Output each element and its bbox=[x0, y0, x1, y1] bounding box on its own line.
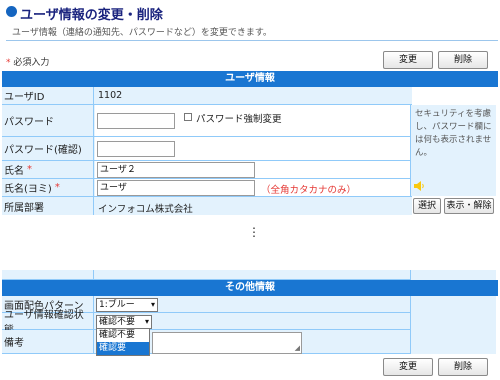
force-change-checkbox[interactable] bbox=[184, 113, 192, 121]
name-label: 氏名 * bbox=[2, 161, 94, 178]
omitted-content-marker: ⋮ bbox=[248, 225, 260, 239]
password-confirm-input[interactable] bbox=[97, 141, 175, 157]
user-id-value: 1102 bbox=[98, 90, 123, 101]
user-id-label: ユーザID bbox=[2, 87, 94, 104]
name-kana-hint: （全角カタカナのみ） bbox=[261, 185, 357, 196]
row-partial-bottom bbox=[2, 270, 412, 280]
password-label: パスワード bbox=[2, 105, 94, 136]
remarks-label: 備考 bbox=[2, 330, 94, 353]
name-kana-label: 氏名(ヨミ) * bbox=[2, 179, 94, 196]
password-note: セキュリティを考慮し、パスワード欄には何も表示されません。 bbox=[410, 105, 496, 160]
name-kana-input[interactable]: ユーザ bbox=[97, 180, 255, 196]
delete-button-bottom[interactable]: 削除 bbox=[438, 358, 488, 376]
row-confirm-status: ユーザ情報確認状態 bbox=[2, 310, 412, 336]
bullet-icon bbox=[6, 6, 17, 17]
content-gap bbox=[0, 215, 500, 270]
chevron-down-icon: ▾ bbox=[150, 300, 155, 309]
dropdown-option[interactable]: 確認不要 bbox=[97, 329, 149, 342]
select-department-button[interactable]: 選択 bbox=[413, 198, 441, 214]
display-release-button[interactable]: 表示・解除 bbox=[444, 198, 494, 214]
password-confirm-label: パスワード(確認) bbox=[2, 137, 94, 160]
confirm-status-label: ユーザ情報確認状態 bbox=[2, 310, 94, 336]
user-info-header: ユーザ情報 bbox=[2, 71, 498, 87]
other-info-header: その他情報 bbox=[2, 280, 498, 296]
change-button-bottom[interactable]: 変更 bbox=[383, 358, 433, 376]
speaker-icon[interactable] bbox=[414, 181, 426, 191]
change-button-top[interactable]: 変更 bbox=[383, 51, 433, 69]
department-value: インフォコム株式会社 bbox=[98, 204, 193, 215]
row-user-id: ユーザID 1102 bbox=[2, 87, 412, 105]
page-header: ユーザ情報の変更・削除 bbox=[0, 2, 500, 23]
color-pattern-select[interactable]: 1:ブルー ▾ bbox=[96, 298, 158, 312]
row-name: 氏名 * ユーザ２ bbox=[2, 161, 412, 179]
name-input[interactable]: ユーザ２ bbox=[97, 162, 255, 178]
delete-button-top[interactable]: 削除 bbox=[438, 51, 488, 69]
remarks-textarea[interactable]: ◢ bbox=[152, 332, 302, 354]
resize-handle-icon[interactable]: ◢ bbox=[295, 344, 300, 352]
required-note: * 必須入力 bbox=[6, 58, 50, 68]
header-divider bbox=[6, 40, 498, 41]
password-input[interactable] bbox=[97, 113, 175, 129]
department-label: 所属部署 bbox=[2, 197, 94, 216]
confirm-status-dropdown: 確認不要 確認要 bbox=[96, 328, 150, 356]
chevron-down-icon: ▾ bbox=[144, 317, 149, 326]
row-password-confirm: パスワード(確認) bbox=[2, 137, 412, 161]
page-title: ユーザ情報の変更・削除 bbox=[20, 8, 163, 23]
row-department: 所属部署 インフォコム株式会社 bbox=[2, 197, 412, 217]
page-subtitle: ユーザ情報（連絡の通知先、パスワードなど）を変更できます。 bbox=[12, 28, 272, 38]
dropdown-option[interactable]: 確認要 bbox=[97, 342, 149, 355]
force-change-label: パスワード強制変更 bbox=[196, 114, 282, 125]
row-name-kana: 氏名(ヨミ) * ユーザ （全角カタカナのみ） bbox=[2, 179, 412, 197]
row-password: パスワード パスワード強制変更 bbox=[2, 105, 412, 137]
confirm-status-select[interactable]: 確認不要 ▾ bbox=[96, 315, 152, 329]
other-note-col bbox=[410, 296, 496, 354]
